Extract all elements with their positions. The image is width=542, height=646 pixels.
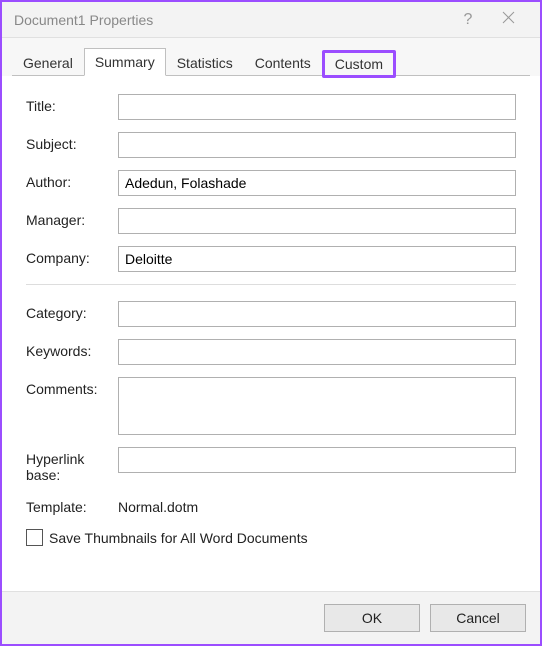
template-label: Template: (26, 495, 118, 515)
keywords-field[interactable] (118, 339, 516, 365)
company-field[interactable] (118, 246, 516, 272)
button-bar: OK Cancel (2, 591, 540, 644)
dialog-title: Document1 Properties (14, 12, 448, 28)
titlebar: Document1 Properties ? (2, 2, 540, 38)
title-label: Title: (26, 94, 118, 114)
tab-summary[interactable]: Summary (84, 48, 166, 76)
author-field[interactable] (118, 170, 516, 196)
tab-contents[interactable]: Contents (244, 49, 322, 76)
category-field[interactable] (118, 301, 516, 327)
subject-field[interactable] (118, 132, 516, 158)
help-icon[interactable]: ? (448, 11, 488, 29)
tabs-bar: General Summary Statistics Contents Cust… (2, 38, 540, 76)
tab-content-summary: Title: Subject: Author: Manager: Company… (2, 76, 540, 591)
title-field[interactable] (118, 94, 516, 120)
manager-field[interactable] (118, 208, 516, 234)
tab-general[interactable]: General (12, 49, 84, 76)
company-label: Company: (26, 246, 118, 266)
tab-statistics[interactable]: Statistics (166, 49, 244, 76)
comments-label: Comments: (26, 377, 118, 397)
ok-button[interactable]: OK (324, 604, 420, 632)
subject-label: Subject: (26, 132, 118, 152)
tab-custom[interactable]: Custom (322, 50, 396, 78)
category-label: Category: (26, 301, 118, 321)
template-value: Normal.dotm (118, 495, 198, 515)
manager-label: Manager: (26, 208, 118, 228)
hyperlink-base-field[interactable] (118, 447, 516, 473)
comments-field[interactable] (118, 377, 516, 435)
close-icon[interactable] (488, 11, 528, 28)
keywords-label: Keywords: (26, 339, 118, 359)
hyperlink-base-label: Hyperlink base: (26, 447, 118, 483)
author-label: Author: (26, 170, 118, 190)
separator (26, 284, 516, 285)
properties-dialog: Document1 Properties ? General Summary S… (0, 0, 542, 646)
save-thumbnails-label: Save Thumbnails for All Word Documents (49, 530, 308, 546)
cancel-button[interactable]: Cancel (430, 604, 526, 632)
save-thumbnails-checkbox[interactable] (26, 529, 43, 546)
